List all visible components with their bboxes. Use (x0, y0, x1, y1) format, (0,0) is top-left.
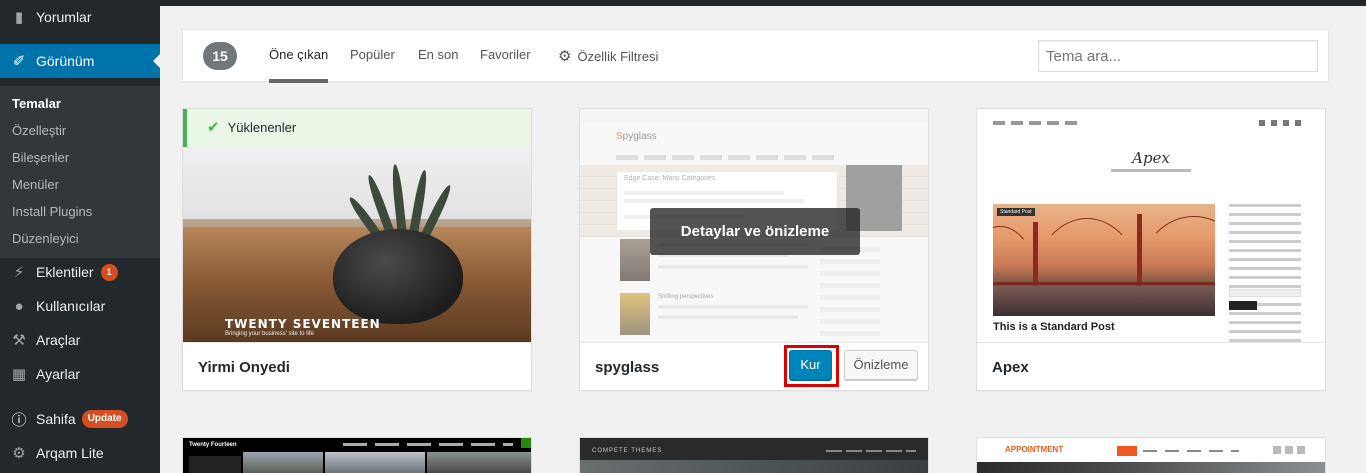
update-badge: Update (81, 410, 128, 428)
admin-sidebar: ▮ Yorumlar ✐ Görünüm Temalar Özelleştir … (0, 0, 160, 473)
menu-item-arqam-lite[interactable]: ⚙ Arqam Lite (0, 436, 160, 470)
feature-filter-button[interactable]: ⚙ Özellik Filtresi (558, 47, 658, 83)
highlight-frame (784, 345, 839, 387)
menu-item-tools[interactable]: ⚒ Araçlar (0, 323, 160, 357)
theme-card-twenty-fourteen[interactable]: Twenty Fourteen (182, 437, 532, 473)
menu-label: Eklentiler (36, 264, 94, 280)
screenshot-photo (993, 204, 1215, 316)
screenshot-title: COMPETE THEMES (592, 448, 663, 454)
plug-icon: ⚡ (13, 264, 25, 281)
theme-name: Apex (977, 342, 1325, 390)
screenshot-title: APPOINTMENT (1005, 445, 1064, 454)
info-icon: ⓘ (11, 411, 27, 429)
theme-name-text: Yirmi Onyedi (198, 359, 290, 376)
theme-actions: Kur Önizleme (784, 345, 918, 387)
tab-popular[interactable]: Popüler (350, 47, 395, 83)
menu-label: Görünüm (36, 53, 95, 69)
menu-item-appearance[interactable]: ✐ Görünüm (0, 44, 160, 78)
theme-name-text: Apex (992, 359, 1029, 376)
installed-label: Yüklenenler (227, 120, 297, 135)
menu-label: Arqam Lite (36, 445, 104, 461)
theme-card-twenty-seventeen[interactable]: TWENTY SEVENTEEN Bringing your business'… (182, 108, 532, 391)
install-button[interactable]: Kur (784, 345, 839, 387)
checkmark-icon: ✔ (207, 119, 220, 136)
theme-name-text: spyglass (595, 359, 660, 376)
theme-screenshot[interactable]: Spyglass Edge Case: Many Categories Shif… (580, 109, 928, 342)
menu-item-settings[interactable]: ▦ Ayarlar (0, 357, 160, 391)
theme-screenshot[interactable]: Apex Standard Post This is a Standard Po… (977, 109, 1325, 342)
submenu-item-widgets[interactable]: Bileşenler (0, 144, 160, 171)
paintbrush-icon: ✐ (12, 53, 26, 70)
tab-favorites[interactable]: Favoriler (480, 47, 531, 83)
screenshot-tagline: Bringing your business' site to life (225, 331, 314, 337)
theme-screenshot[interactable]: COMPETE THEMES (580, 438, 928, 473)
submenu-item-customize[interactable]: Özelleştir (0, 117, 160, 144)
theme-card-compete-themes[interactable]: COMPETE THEMES (579, 437, 929, 473)
submenu-item-install-plugins[interactable]: Install Plugins (0, 198, 160, 225)
menu-item-sahifa[interactable]: ⓘ Sahifa Update (0, 402, 160, 436)
theme-search-input[interactable] (1038, 40, 1318, 72)
theme-name: Yirmi Onyedi (183, 342, 531, 390)
screenshot-title: TWENTY SEVENTEEN (225, 317, 381, 331)
submenu-item-menus[interactable]: Menüler (0, 171, 160, 198)
theme-count-badge: 15 (203, 42, 237, 70)
theme-screenshot[interactable]: TWENTY SEVENTEEN Bringing your business'… (183, 109, 531, 342)
screenshot-logo: Apex (1132, 149, 1170, 167)
theme-card-spyglass[interactable]: Spyglass Edge Case: Many Categories Shif… (579, 108, 929, 391)
menu-item-comments[interactable]: ▮ Yorumlar (0, 0, 160, 34)
installed-notice: ✔ Yüklenenler (183, 109, 531, 147)
comment-icon: ▮ (14, 9, 24, 26)
tab-latest[interactable]: En son (418, 47, 458, 83)
gear-icon: ⚙ (558, 48, 572, 65)
details-preview-button[interactable]: Detaylar ve önizleme (650, 208, 860, 255)
submenu-item-editor[interactable]: Düzenleyici (0, 225, 160, 252)
screenshot-title: Twenty Fourteen (189, 442, 237, 448)
tab-featured[interactable]: Öne çıkan (269, 47, 329, 83)
screenshot-post-title: This is a Standard Post (993, 321, 1115, 333)
menu-label: Kullanıcılar (36, 298, 106, 314)
gear-icon: ⚙ (12, 445, 26, 462)
top-dark-bar (160, 0, 1366, 6)
menu-label: Sahifa (36, 411, 76, 427)
appearance-submenu: Temalar Özelleştir Bileşenler Menüler In… (0, 86, 160, 258)
screenshot-chip: Standard Post (997, 208, 1035, 216)
theme-card-appointment[interactable]: APPOINTMENT (976, 437, 1326, 473)
menu-item-plugins[interactable]: ⚡ Eklentiler 1 (0, 255, 160, 289)
submenu-item-themes[interactable]: Temalar (0, 90, 160, 117)
preview-button[interactable]: Önizleme (844, 350, 918, 380)
menu-label: Araçlar (36, 332, 81, 348)
theme-card-apex[interactable]: Apex Standard Post This is a Standard Po… (976, 108, 1326, 391)
sliders-icon: ▦ (11, 366, 27, 383)
theme-filter-bar: 15 Öne çıkan Popüler En son Favoriler ⚙ Ö… (182, 29, 1329, 83)
menu-item-users[interactable]: ● Kullanıcılar (0, 289, 160, 323)
theme-screenshot[interactable]: APPOINTMENT (977, 438, 1325, 473)
menu-label: Yorumlar (36, 9, 92, 25)
theme-screenshot[interactable]: Twenty Fourteen (183, 438, 531, 473)
wrench-icon: ⚒ (12, 332, 26, 349)
feature-filter-label: Özellik Filtresi (577, 49, 659, 64)
user-icon: ● (14, 297, 24, 315)
plugins-count-badge: 1 (100, 263, 118, 281)
menu-label: Ayarlar (36, 366, 81, 382)
